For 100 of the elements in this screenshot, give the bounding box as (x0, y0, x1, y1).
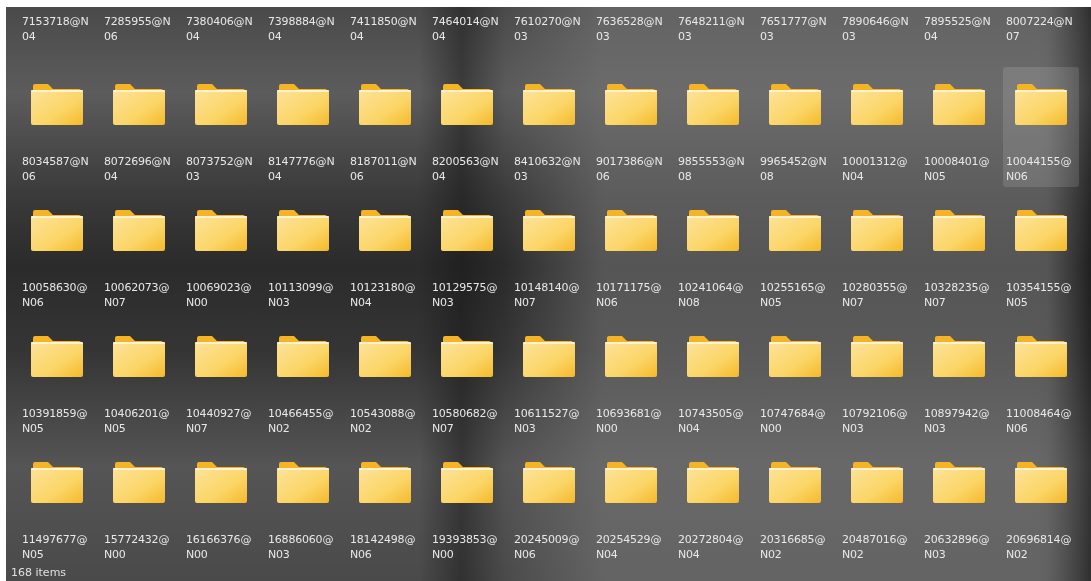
folder-icon (523, 84, 575, 125)
folder-name: 10001312@N04 (842, 154, 909, 184)
folder-name[interactable]: 7153718@N04 (22, 14, 92, 44)
folder-item[interactable]: 10328235@N07 (921, 193, 997, 313)
folder-item[interactable]: 10897942@N03 (921, 319, 997, 439)
folder-item[interactable]: 20632896@N03 (921, 445, 997, 565)
folder-item[interactable]: 10406201@N05 (101, 319, 177, 439)
folder-item[interactable]: 10466455@N02 (265, 319, 341, 439)
folder-icon (359, 462, 411, 503)
folder-item[interactable]: 16166376@N00 (183, 445, 259, 565)
folder-name[interactable]: 7895525@N04 (924, 14, 994, 44)
folder-item[interactable]: 20254529@N04 (593, 445, 669, 565)
folder-name: 10255165@N05 (760, 280, 827, 310)
folder-name[interactable]: 7648211@N03 (678, 14, 748, 44)
folder-icon (851, 84, 903, 125)
folder-item[interactable]: 20696814@N02 (1003, 445, 1079, 565)
folder-icon (933, 336, 985, 377)
folder-name[interactable]: 7380406@N04 (186, 14, 256, 44)
folder-item[interactable]: 10580682@N07 (429, 319, 505, 439)
folder-item[interactable]: 8034587@N06 (19, 67, 95, 187)
folder-item[interactable]: 20245009@N06 (511, 445, 587, 565)
folder-item[interactable]: 10058630@N06 (19, 193, 95, 313)
folder-item[interactable]: 11008464@N06 (1003, 319, 1079, 439)
folder-name[interactable]: 7636528@N03 (596, 14, 666, 44)
folder-item[interactable]: 20487016@N02 (839, 445, 915, 565)
folder-name: 10354155@N05 (1006, 280, 1073, 310)
folder-item[interactable]: 10148140@N07 (511, 193, 587, 313)
folder-item[interactable]: 10543088@N02 (347, 319, 423, 439)
folder-item[interactable]: 8072696@N04 (101, 67, 177, 187)
folder-item[interactable]: 10440927@N07 (183, 319, 259, 439)
folder-icon (687, 462, 739, 503)
folder-item[interactable]: 10008401@N05 (921, 67, 997, 187)
folder-icon (113, 336, 165, 377)
folder-icon (769, 336, 821, 377)
folder-name[interactable]: 8007224@N07 (1006, 14, 1076, 44)
folder-icon (441, 84, 493, 125)
folder-item[interactable]: 9017386@N06 (593, 67, 669, 187)
folder-icon (687, 336, 739, 377)
folder-item[interactable]: 10280355@N07 (839, 193, 915, 313)
folder-icon (441, 462, 493, 503)
folder-item[interactable]: 20272804@N04 (675, 445, 751, 565)
folder-item[interactable]: 10747684@N00 (757, 319, 833, 439)
folder-name[interactable]: 7411850@N04 (350, 14, 420, 44)
folder-name[interactable]: 7651777@N03 (760, 14, 830, 44)
folder-item[interactable]: 8147776@N04 (265, 67, 341, 187)
folder-icon (277, 84, 329, 125)
folder-item[interactable]: 10129575@N03 (429, 193, 505, 313)
folder-name: 10008401@N05 (924, 154, 991, 184)
folder-item[interactable]: 10792106@N03 (839, 319, 915, 439)
folder-name: 10743505@N04 (678, 406, 745, 436)
folder-name: 9017386@N06 (596, 154, 664, 184)
folder-icon (933, 462, 985, 503)
folder-item[interactable]: 10391859@N05 (19, 319, 95, 439)
folder-name: 20487016@N02 (842, 532, 909, 562)
folder-name: 10069023@N00 (186, 280, 253, 310)
folder-icon (851, 462, 903, 503)
folder-item[interactable]: 9965452@N08 (757, 67, 833, 187)
folder-item[interactable]: 10693681@N00 (593, 319, 669, 439)
folder-item[interactable]: 8187011@N06 (347, 67, 423, 187)
folder-name: 20254529@N04 (596, 532, 663, 562)
folder-item[interactable]: 10069023@N00 (183, 193, 259, 313)
folder-name: 10747684@N00 (760, 406, 827, 436)
folder-name: 10062073@N07 (104, 280, 171, 310)
folder-icon (769, 462, 821, 503)
folder-icon (523, 462, 575, 503)
folder-name[interactable]: 7464014@N04 (432, 14, 502, 44)
folder-item[interactable]: 15772432@N00 (101, 445, 177, 565)
folder-icon (195, 336, 247, 377)
folder-item[interactable]: 10354155@N05 (1003, 193, 1079, 313)
folder-icon (277, 336, 329, 377)
folder-item[interactable]: 11497677@N05 (19, 445, 95, 565)
folder-name[interactable]: 7610270@N03 (514, 14, 584, 44)
folder-name[interactable]: 7285955@N06 (104, 14, 174, 44)
folder-item[interactable]: 8410632@N03 (511, 67, 587, 187)
folder-item[interactable]: 10743505@N04 (675, 319, 751, 439)
folder-name[interactable]: 7890646@N03 (842, 14, 912, 44)
folder-item[interactable]: 18142498@N06 (347, 445, 423, 565)
folder-item[interactable]: 10044155@N06 (1003, 67, 1079, 187)
folder-name: 19393853@N00 (432, 532, 499, 562)
folder-item[interactable]: 10241064@N08 (675, 193, 751, 313)
folder-icon (31, 336, 83, 377)
folder-name: 8034587@N06 (22, 154, 90, 184)
folder-name[interactable]: 7398884@N04 (268, 14, 338, 44)
folder-name: 8147776@N04 (268, 154, 336, 184)
folder-item[interactable]: 16886060@N03 (265, 445, 341, 565)
folder-icon (277, 210, 329, 251)
folder-name: 10466455@N02 (268, 406, 335, 436)
folder-item[interactable]: 20316685@N02 (757, 445, 833, 565)
folder-item[interactable]: 10123180@N04 (347, 193, 423, 313)
folder-item[interactable]: 10001312@N04 (839, 67, 915, 187)
folder-item[interactable]: 10062073@N07 (101, 193, 177, 313)
folder-item[interactable]: 19393853@N00 (429, 445, 505, 565)
folder-item[interactable]: 10113099@N03 (265, 193, 341, 313)
folder-item[interactable]: 9855553@N08 (675, 67, 751, 187)
folder-item[interactable]: 8073752@N03 (183, 67, 259, 187)
folder-item[interactable]: 10171175@N06 (593, 193, 669, 313)
folder-item[interactable]: 8200563@N04 (429, 67, 505, 187)
folder-item[interactable]: 10255165@N05 (757, 193, 833, 313)
folder-icon (113, 210, 165, 251)
folder-item[interactable]: 10611527@N03 (511, 319, 587, 439)
